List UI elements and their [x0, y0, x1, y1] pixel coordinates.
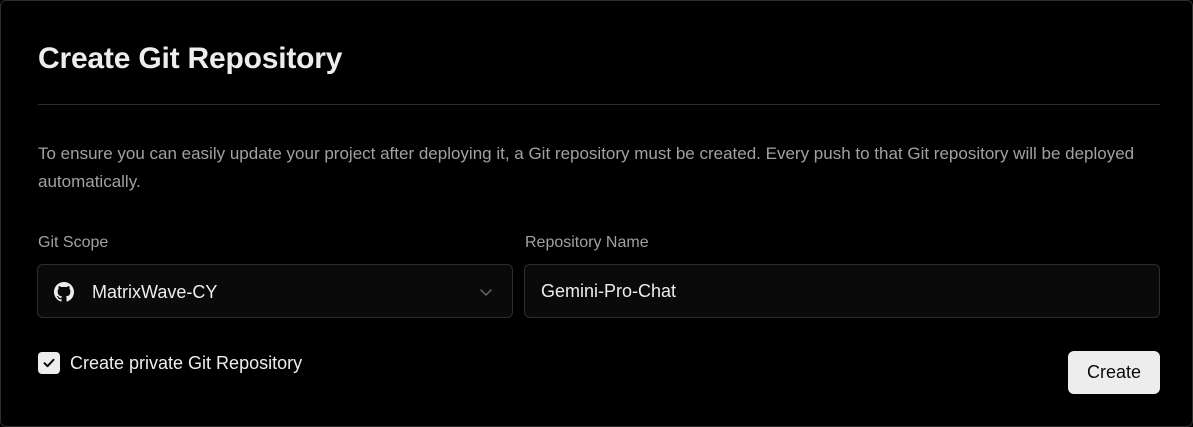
- private-repo-checkbox[interactable]: [38, 352, 60, 374]
- dialog-title: Create Git Repository: [38, 42, 343, 75]
- chevron-down-icon: [480, 289, 492, 296]
- dialog-description: To ensure you can easily update your pro…: [38, 144, 1135, 191]
- git-scope-label: Git Scope: [38, 234, 109, 251]
- title-divider: [38, 104, 1160, 105]
- checkmark-icon: [43, 358, 55, 368]
- git-scope-value: MatrixWave-CY: [92, 282, 218, 302]
- create-button[interactable]: Create: [1068, 351, 1160, 394]
- private-repo-label: Create private Git Repository: [70, 353, 303, 373]
- github-icon: [54, 282, 74, 302]
- repository-name-input[interactable]: [524, 264, 1160, 318]
- repository-name-label: Repository Name: [525, 234, 649, 251]
- create-git-repository-card: Create Git Repository To ensure you can …: [0, 0, 1193, 427]
- git-scope-select[interactable]: MatrixWave-CY: [37, 264, 513, 318]
